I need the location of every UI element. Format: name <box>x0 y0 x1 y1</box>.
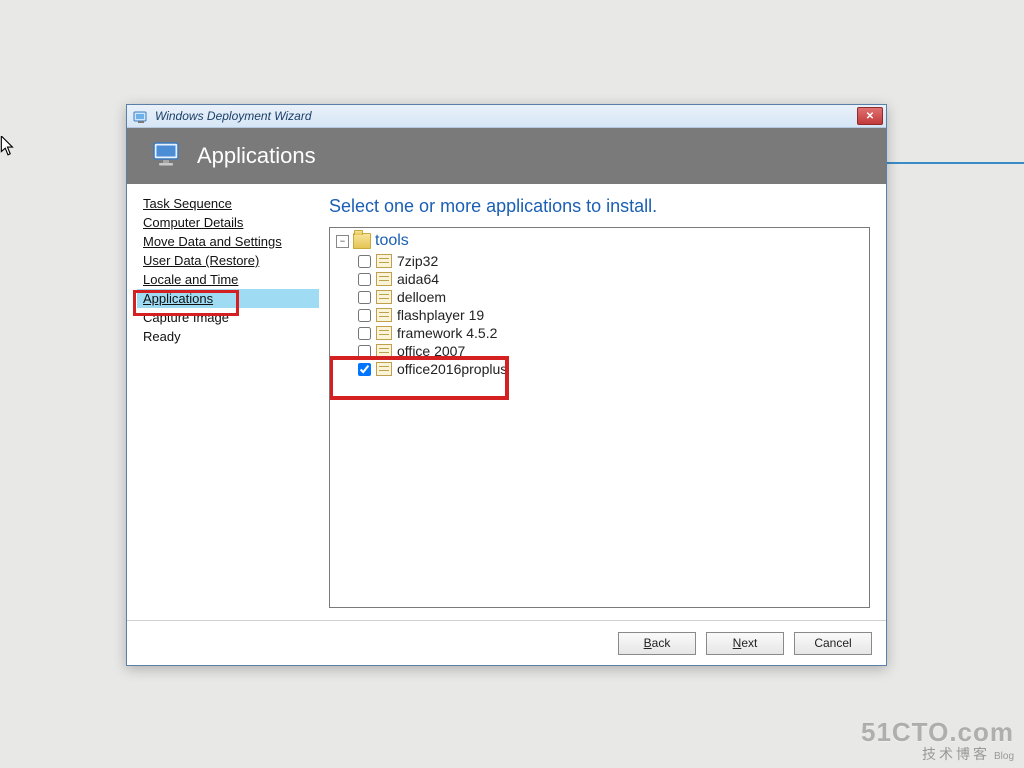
close-icon: ✕ <box>866 111 874 122</box>
tree-item-checkbox[interactable] <box>358 273 371 286</box>
watermark-line1: 51CTO.com <box>861 718 1014 747</box>
tree-item-checkbox[interactable] <box>358 363 371 376</box>
back-button[interactable]: Back <box>618 632 696 655</box>
header-title: Applications <box>197 143 316 169</box>
tree-item-checkbox[interactable] <box>358 291 371 304</box>
close-button[interactable]: ✕ <box>857 107 883 125</box>
tree-item-office2016proplus[interactable]: office2016proplus <box>358 360 863 378</box>
tree-item-label: aida64 <box>397 271 439 287</box>
watermark: 51CTO.com 技术博客Blog <box>861 718 1014 762</box>
titlebar: Windows Deployment Wizard ✕ <box>127 105 886 128</box>
tree-item-label: office 2007 <box>397 343 465 359</box>
tree-item-label: 7zip32 <box>397 253 438 269</box>
tree-item-7zip32[interactable]: 7zip32 <box>358 252 863 270</box>
tree-item-label: delloem <box>397 289 446 305</box>
tree-children: 7zip32 aida64 delloem flashplayer 19 framewo… <box>358 252 863 378</box>
collapse-icon[interactable]: − <box>336 235 349 248</box>
sidebar-item-computer-details[interactable]: Computer Details <box>137 213 319 232</box>
tree-item-office-2007[interactable]: office 2007 <box>358 342 863 360</box>
tree-item-delloem[interactable]: delloem <box>358 288 863 306</box>
tree-item-aida64[interactable]: aida64 <box>358 270 863 288</box>
tree-item-label: framework 4.5.2 <box>397 325 497 341</box>
sidebar-item-capture-image[interactable]: Capture Image <box>137 308 319 327</box>
tree-root[interactable]: − tools <box>336 232 863 250</box>
next-label: ext <box>741 636 757 650</box>
sidebar-item-move-data-and-settings[interactable]: Move Data and Settings <box>137 232 319 251</box>
sidebar-item-task-sequence[interactable]: Task Sequence <box>137 194 319 213</box>
tree-item-flashplayer-19[interactable]: flashplayer 19 <box>358 306 863 324</box>
cancel-label: Cancel <box>814 636 851 650</box>
decorative-line <box>884 162 1024 164</box>
sidebar: Task SequenceComputer DetailsMove Data a… <box>127 184 319 620</box>
applications-tree[interactable]: − tools 7zip32 aida64 delloem flashplayer 1… <box>329 227 870 608</box>
wizard-window: Windows Deployment Wizard ✕ Applications… <box>126 104 887 666</box>
monitor-icon <box>151 138 185 175</box>
wizard-body: Task SequenceComputer DetailsMove Data a… <box>127 184 886 620</box>
tree-item-checkbox[interactable] <box>358 345 371 358</box>
application-icon <box>376 344 392 358</box>
next-button[interactable]: Next <box>706 632 784 655</box>
tree-item-checkbox[interactable] <box>358 255 371 268</box>
application-icon <box>376 326 392 340</box>
tree-item-checkbox[interactable] <box>358 309 371 322</box>
folder-icon <box>353 233 371 249</box>
tree-item-checkbox[interactable] <box>358 327 371 340</box>
window-title: Windows Deployment Wizard <box>155 109 312 123</box>
application-icon <box>376 362 392 376</box>
application-icon <box>376 272 392 286</box>
application-icon <box>376 254 392 268</box>
footer: Back Next Cancel <box>127 620 886 665</box>
sidebar-item-user-data-restore-[interactable]: User Data (Restore) <box>137 251 319 270</box>
tree-root-label: tools <box>375 232 409 250</box>
sidebar-item-applications[interactable]: Applications <box>137 289 319 308</box>
tree-item-label: office2016proplus <box>397 361 507 377</box>
cancel-button[interactable]: Cancel <box>794 632 872 655</box>
back-label: ack <box>652 636 671 650</box>
header-banner: Applications <box>127 128 886 184</box>
application-icon <box>376 308 392 322</box>
main-heading: Select one or more applications to insta… <box>329 196 870 217</box>
app-icon <box>133 108 149 124</box>
sidebar-item-ready[interactable]: Ready <box>137 327 319 346</box>
tree-item-framework-4-5-2[interactable]: framework 4.5.2 <box>358 324 863 342</box>
application-icon <box>376 290 392 304</box>
watermark-line2: 技术博客Blog <box>861 747 1014 762</box>
main-panel: Select one or more applications to insta… <box>319 184 886 620</box>
tree-item-label: flashplayer 19 <box>397 307 484 323</box>
sidebar-item-locale-and-time[interactable]: Locale and Time <box>137 270 319 289</box>
